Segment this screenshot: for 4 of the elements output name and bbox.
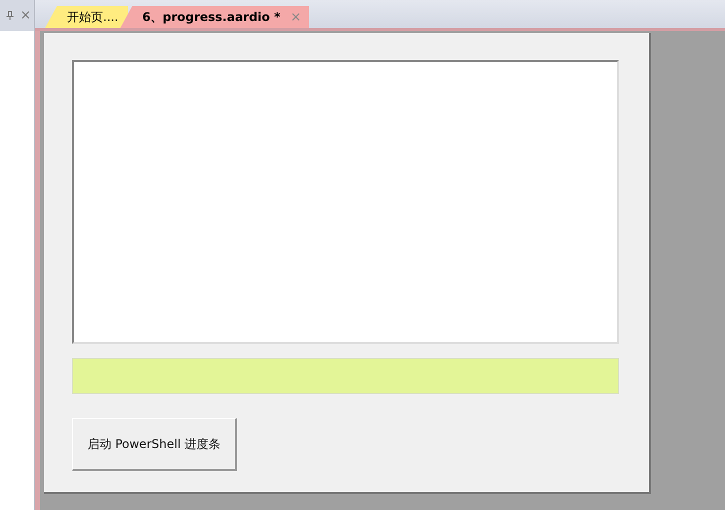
start-button[interactable]: 启动 PowerShell 进度条: [72, 418, 237, 471]
pin-icon[interactable]: [6, 11, 14, 20]
editor-tab[interactable]: 开始页....: [45, 6, 128, 28]
editor-tab[interactable]: 6、progress.aardio * ×: [120, 6, 310, 28]
